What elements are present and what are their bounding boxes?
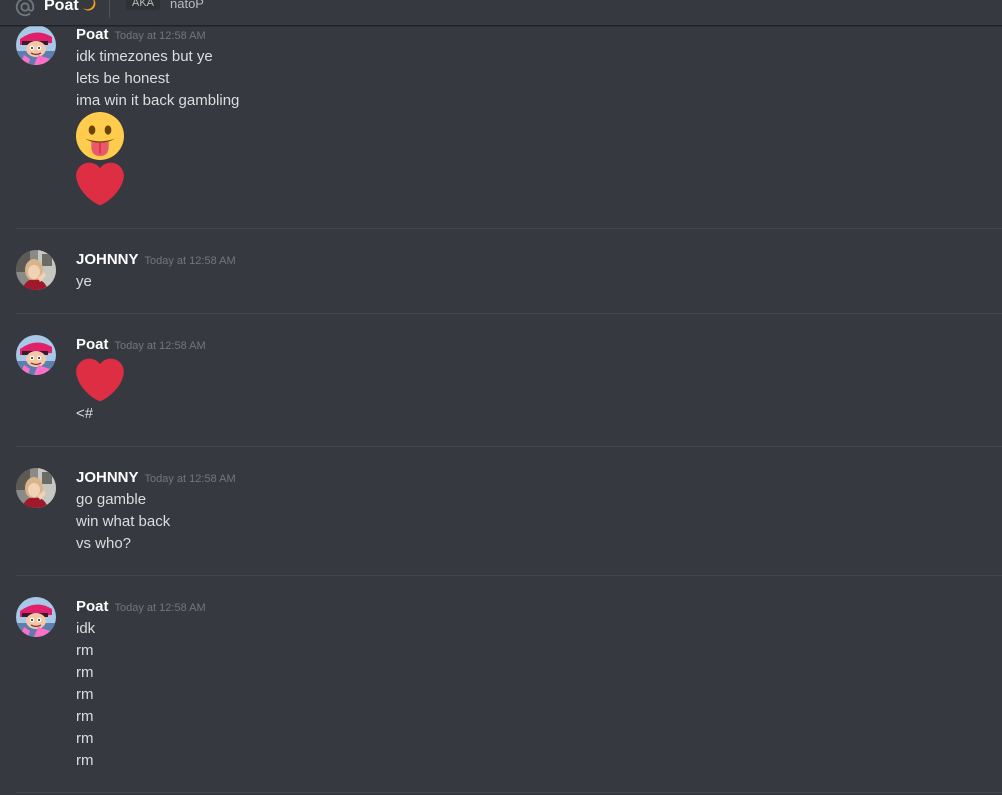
message-text: vs who? xyxy=(76,535,132,552)
username[interactable]: JOHNNY xyxy=(76,251,139,268)
timestamp[interactable]: Today at 12:58 AM xyxy=(115,30,206,42)
username[interactable]: Poat xyxy=(76,26,109,43)
message-header: JOHNNY Today at 12:58 AM xyxy=(76,250,236,270)
message-list[interactable]: Poat Today at 12:58 AM idk timezones but … xyxy=(0,0,1002,795)
message-text: rm xyxy=(76,730,94,747)
channel-header: Poat AKA natoP xyxy=(0,0,1002,26)
avatar[interactable] xyxy=(16,25,56,65)
red-heart-emoji[interactable] xyxy=(76,160,124,208)
at-icon xyxy=(15,0,35,17)
avatar[interactable] xyxy=(16,468,56,508)
red-heart-emoji[interactable] xyxy=(76,356,124,404)
header-divider xyxy=(109,0,110,18)
avatar[interactable] xyxy=(16,597,56,637)
message-header: Poat Today at 12:58 AM xyxy=(76,25,206,45)
message-text: rm xyxy=(76,752,94,769)
message-text: go gamble xyxy=(76,491,147,508)
message-text: ima win it back gambling xyxy=(76,92,240,109)
message-header: Poat Today at 12:58 AM xyxy=(76,597,206,617)
message-divider xyxy=(16,228,1002,229)
message-text: idk xyxy=(76,620,96,637)
username[interactable]: Poat xyxy=(76,336,109,353)
aka-badge: AKA xyxy=(126,0,161,10)
face-with-tongue-emoji[interactable] xyxy=(76,112,124,160)
message-divider xyxy=(16,313,1002,314)
timestamp[interactable]: Today at 12:58 AM xyxy=(145,255,236,267)
message-header: Poat Today at 12:58 AM xyxy=(76,335,206,355)
message-text: <# xyxy=(76,405,94,422)
message-text: idk timezones but ye xyxy=(76,48,213,65)
username[interactable]: Poat xyxy=(76,598,109,615)
dm-chat-window: Poat Today at 12:58 AM idk timezones but … xyxy=(0,0,1002,795)
message-text: rm xyxy=(76,686,94,703)
timestamp[interactable]: Today at 12:58 AM xyxy=(115,340,206,352)
moon-status-icon xyxy=(83,0,96,11)
message-divider xyxy=(16,575,1002,576)
aka-name: natoP xyxy=(170,0,204,11)
message-divider xyxy=(16,446,1002,447)
channel-title: Poat xyxy=(44,0,79,14)
message-text: rm xyxy=(76,708,94,725)
message-text: win what back xyxy=(76,513,171,530)
timestamp[interactable]: Today at 12:58 AM xyxy=(145,473,236,485)
avatar[interactable] xyxy=(16,335,56,375)
username[interactable]: JOHNNY xyxy=(76,469,139,486)
message-header: JOHNNY Today at 12:58 AM xyxy=(76,468,236,488)
avatar[interactable] xyxy=(16,250,56,290)
message-text: rm xyxy=(76,664,94,681)
message-divider xyxy=(16,792,1002,793)
message-text: rm xyxy=(76,642,94,659)
timestamp[interactable]: Today at 12:58 AM xyxy=(115,602,206,614)
message-text: lets be honest xyxy=(76,70,170,87)
message-text: ye xyxy=(76,273,92,290)
